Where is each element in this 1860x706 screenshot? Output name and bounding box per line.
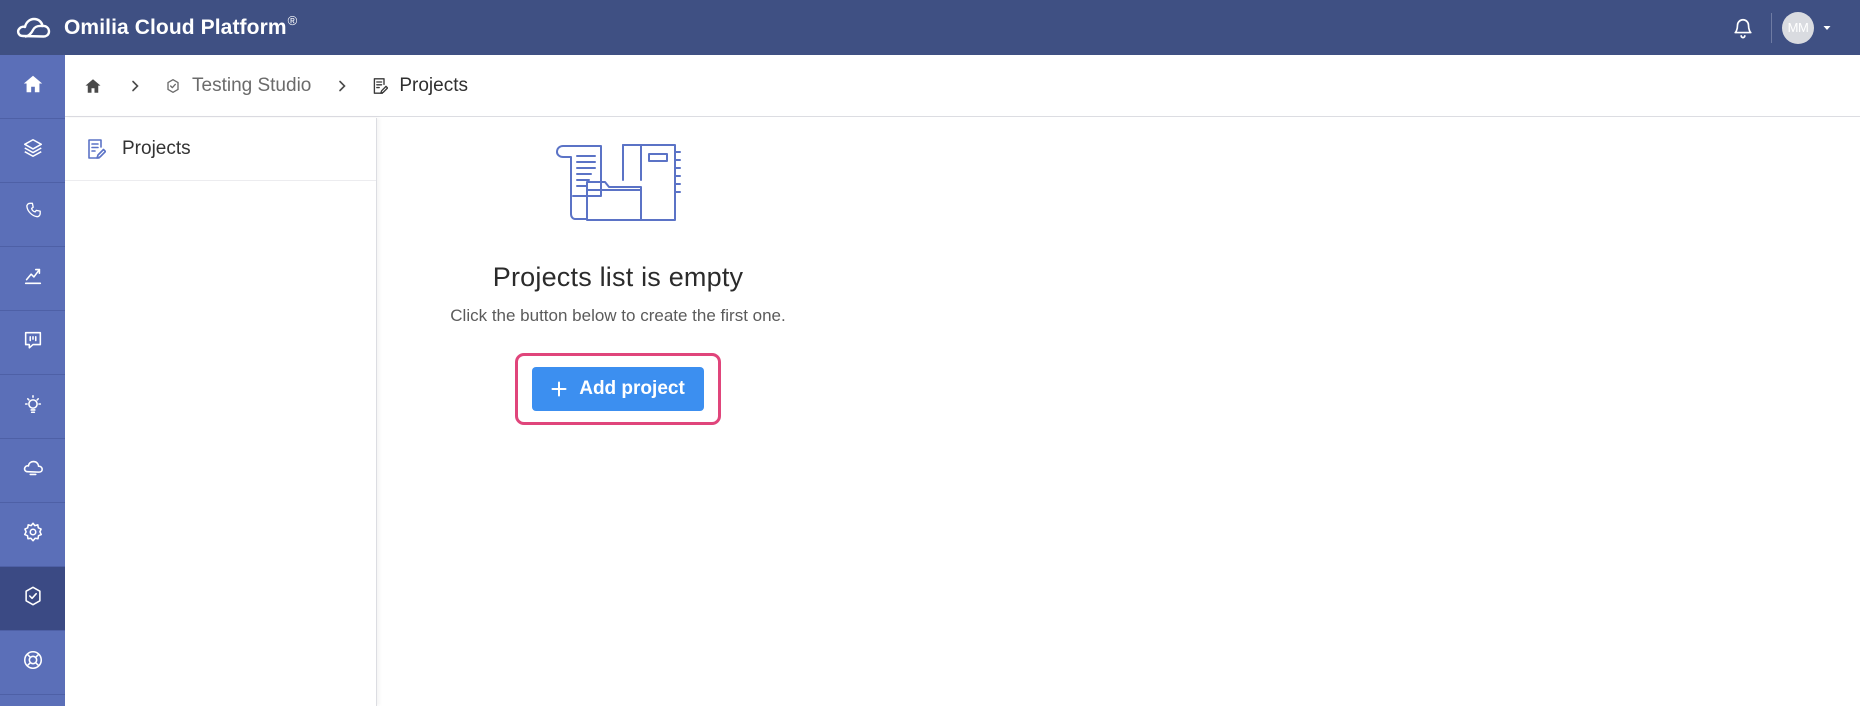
breadcrumb-current: Projects (371, 75, 468, 97)
empty-state-subtitle: Click the button below to create the fir… (450, 306, 786, 325)
badge-check-icon (22, 585, 44, 612)
rail-item-phone[interactable] (0, 183, 65, 247)
layers-icon (22, 137, 44, 164)
avatar[interactable]: MM (1782, 11, 1814, 44)
add-project-button[interactable]: Add project (532, 367, 704, 411)
empty-state: Projects list is empty Click the button … (378, 118, 858, 425)
header-divider (1771, 12, 1772, 43)
lightbulb-icon (22, 393, 44, 420)
sidebar-item-label: Projects (122, 138, 191, 159)
breadcrumb: Testing Studio Projects (65, 55, 1860, 117)
document-edit-icon (371, 77, 389, 95)
breadcrumb-current-label: Projects (399, 74, 468, 96)
rail-item-support[interactable] (0, 631, 65, 695)
breadcrumb-home-icon[interactable] (82, 75, 104, 97)
home-icon (22, 73, 44, 100)
caret-down-icon[interactable] (1820, 21, 1834, 35)
plus-icon (551, 381, 567, 397)
sidebar-item-projects[interactable]: Projects (65, 118, 376, 181)
cloud-sync-icon (21, 457, 45, 484)
rail-item-testing-studio[interactable] (0, 567, 65, 631)
rail-item-home[interactable] (0, 55, 65, 119)
main-content: Projects list is empty Click the button … (378, 118, 1860, 706)
header-actions: MM (1729, 0, 1860, 55)
brand[interactable]: Omilia Cloud Platform® (0, 12, 298, 42)
gear-icon (22, 521, 44, 548)
rail-item-analytics[interactable] (0, 247, 65, 311)
rail-item-feedback[interactable] (0, 311, 65, 375)
chevron-right-icon (128, 79, 142, 93)
breadcrumb-testing-studio[interactable]: Testing Studio (164, 75, 311, 97)
cloud-outline-icon (14, 14, 52, 42)
message-board-icon (22, 329, 44, 356)
add-project-label: Add project (579, 378, 685, 399)
empty-state-title: Projects list is empty (492, 262, 744, 292)
rail-item-cloud[interactable] (0, 439, 65, 503)
breadcrumb-section-label: Testing Studio (192, 74, 312, 96)
rail-item-settings[interactable] (0, 503, 65, 567)
documents-folder-illustration (556, 144, 681, 221)
chart-icon (22, 265, 44, 292)
bell-icon[interactable] (1729, 14, 1757, 42)
main-nav-rail (0, 55, 65, 706)
add-project-highlight: Add project (515, 353, 721, 425)
app-title: Omilia Cloud Platform® (64, 12, 298, 39)
badge-check-icon (164, 77, 182, 95)
sidebar: Projects (65, 118, 377, 706)
registered-mark: ® (287, 12, 298, 28)
chevron-right-icon (335, 79, 349, 93)
lifebuoy-icon (22, 649, 44, 676)
document-edit-icon (85, 138, 107, 160)
rail-item-layers[interactable] (0, 119, 65, 183)
phone-icon (22, 201, 44, 228)
top-bar: Omilia Cloud Platform® MM (0, 0, 1860, 55)
rail-item-insights[interactable] (0, 375, 65, 439)
